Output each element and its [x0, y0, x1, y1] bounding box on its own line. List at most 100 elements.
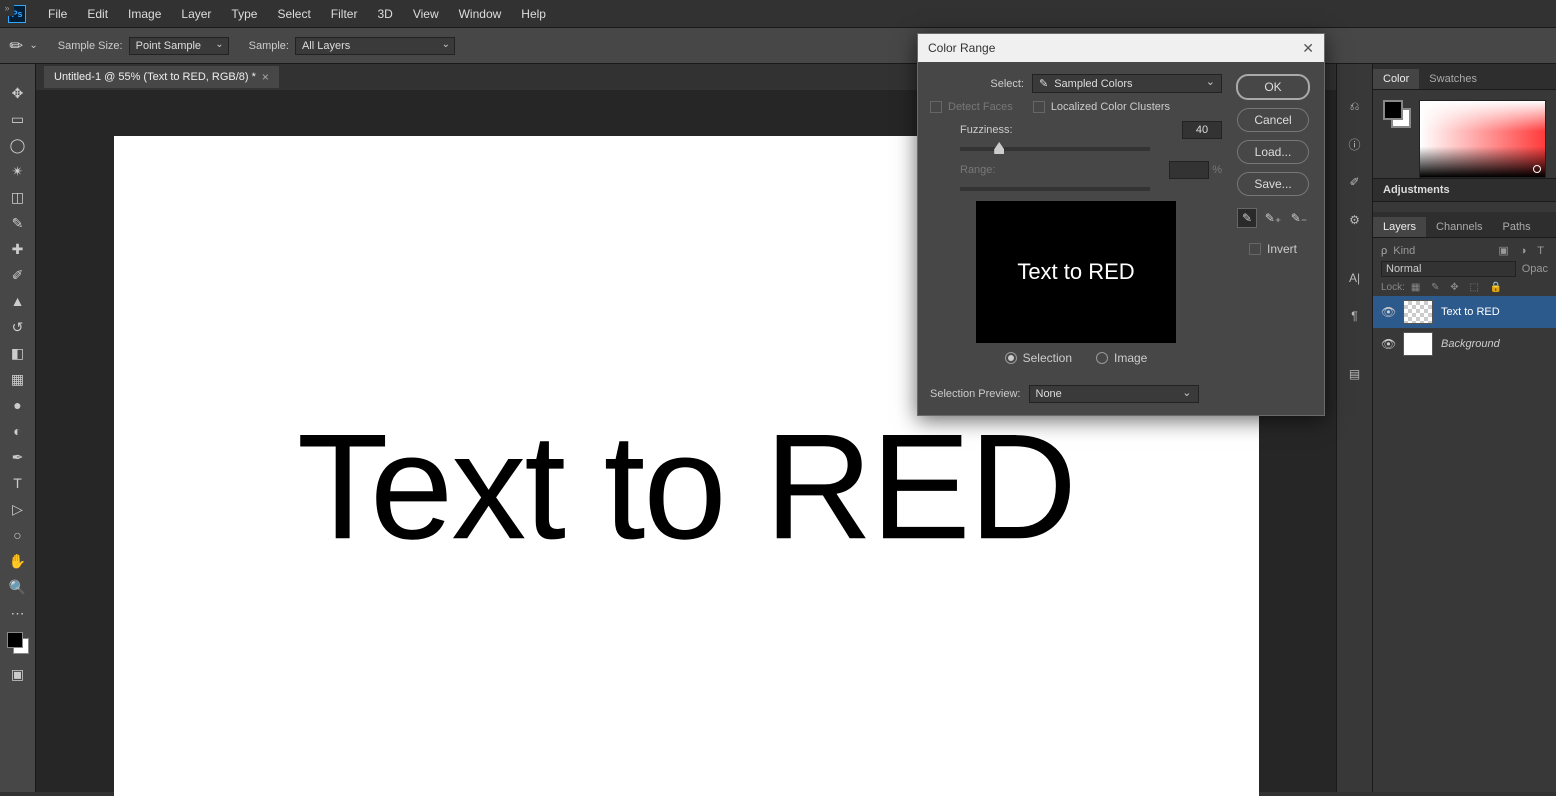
fuzziness-input[interactable]: [1182, 121, 1222, 139]
menu-3d[interactable]: 3D: [367, 7, 402, 21]
menu-window[interactable]: Window: [449, 7, 512, 21]
pen-tool[interactable]: ✒: [5, 445, 31, 469]
radio-selection[interactable]: [1005, 352, 1017, 364]
menu-view[interactable]: View: [403, 7, 449, 21]
character-icon[interactable]: A|: [1342, 266, 1368, 290]
dodge-tool[interactable]: ◐: [5, 419, 31, 443]
load-button[interactable]: Load...: [1237, 140, 1309, 164]
quick-select-tool[interactable]: ✴: [5, 159, 31, 183]
lock-label: Lock:: [1381, 282, 1405, 293]
properties-icon[interactable]: ▤: [1342, 362, 1368, 386]
range-label: Range:: [960, 164, 995, 176]
marquee-tool[interactable]: ▭: [5, 107, 31, 131]
invert-checkbox[interactable]: [1249, 243, 1261, 255]
select-dropdown[interactable]: ✎ Sampled Colors: [1032, 74, 1222, 93]
eyedropper-add-icon[interactable]: ✎₊: [1263, 208, 1283, 228]
tab-swatches[interactable]: Swatches: [1419, 69, 1487, 89]
menu-image[interactable]: Image: [118, 7, 171, 21]
menu-bar: Ps File Edit Image Layer Type Select Fil…: [0, 0, 1556, 28]
dialog-titlebar[interactable]: Color Range ✕: [918, 34, 1324, 62]
eyedropper-sample-icon[interactable]: ✎: [1237, 208, 1257, 228]
document-tab[interactable]: Untitled-1 @ 55% (Text to RED, RGB/8) * …: [44, 66, 279, 88]
color-panel: [1373, 90, 1556, 178]
history-brush-tool[interactable]: ↺: [5, 315, 31, 339]
menu-file[interactable]: File: [38, 7, 77, 21]
settings-icon[interactable]: ⚙: [1342, 208, 1368, 232]
paragraph-icon[interactable]: ¶: [1342, 304, 1368, 328]
stamp-tool[interactable]: ▲: [5, 289, 31, 313]
tab-paths[interactable]: Paths: [1493, 217, 1541, 237]
sample-size-label: Sample Size:: [58, 40, 123, 52]
menu-type[interactable]: Type: [221, 7, 267, 21]
lasso-tool[interactable]: ◯: [5, 133, 31, 157]
blend-mode-select[interactable]: Normal: [1381, 261, 1516, 277]
color-picker-gradient[interactable]: [1419, 100, 1546, 178]
visibility-icon[interactable]: 👁: [1381, 305, 1395, 319]
path-select-tool[interactable]: ▷: [5, 497, 31, 521]
info-icon[interactable]: ⓘ: [1342, 132, 1368, 156]
eyedropper-tool[interactable]: ✎: [5, 211, 31, 235]
filter-icons[interactable]: ▣ ◑ T: [1498, 244, 1548, 257]
tab-layers[interactable]: Layers: [1373, 217, 1426, 237]
eyedropper-subtract-icon[interactable]: ✎₋: [1289, 208, 1309, 228]
dialog-title: Color Range: [928, 41, 995, 55]
localized-checkbox[interactable]: [1033, 101, 1045, 113]
visibility-icon[interactable]: 👁: [1381, 337, 1395, 351]
tool-preset-chevron[interactable]: ⌄: [29, 40, 37, 51]
expand-handle[interactable]: »: [0, 0, 14, 16]
blur-tool[interactable]: ●: [5, 393, 31, 417]
menu-filter[interactable]: Filter: [321, 7, 368, 21]
menu-help[interactable]: Help: [511, 7, 556, 21]
zoom-tool[interactable]: 🔍: [5, 575, 31, 599]
menu-edit[interactable]: Edit: [77, 7, 118, 21]
eraser-tool[interactable]: ◧: [5, 341, 31, 365]
collapsed-panel-strip: ⎌ ⓘ ✐ ⚙ A| ¶ ▤: [1336, 64, 1372, 792]
cancel-button[interactable]: Cancel: [1237, 108, 1309, 132]
lock-icons[interactable]: ▦ ✎ ✥ ⬚ 🔒: [1411, 282, 1506, 293]
gradient-tool[interactable]: ▦: [5, 367, 31, 391]
layer-thumb: [1403, 300, 1433, 324]
localized-label: Localized Color Clusters: [1051, 101, 1170, 113]
layer-name: Text to RED: [1441, 306, 1500, 318]
crop-tool[interactable]: ◫: [5, 185, 31, 209]
fuzziness-slider[interactable]: [960, 147, 1150, 151]
ok-button[interactable]: OK: [1236, 74, 1310, 100]
hand-tool[interactable]: ✋: [5, 549, 31, 573]
type-tool[interactable]: T: [5, 471, 31, 495]
layer-row-background[interactable]: 👁 Background: [1373, 328, 1556, 360]
sample-select[interactable]: All Layers: [295, 37, 455, 55]
fg-bg-color[interactable]: [1383, 100, 1411, 128]
layers-panel: ρ Kind ▣ ◑ T Normal Opac Lock: ▦ ✎ ✥ ⬚ 🔒…: [1373, 238, 1556, 364]
selection-preview-label: Selection Preview:: [930, 388, 1021, 400]
history-icon[interactable]: ⎌: [1342, 94, 1368, 118]
sample-size-select[interactable]: Point Sample: [129, 37, 229, 55]
more-tools[interactable]: ⋯: [5, 601, 31, 625]
select-label: Select:: [990, 78, 1024, 90]
detect-faces-checkbox: [930, 101, 942, 113]
opacity-label: Opac: [1522, 263, 1548, 275]
healing-tool[interactable]: ✚: [5, 237, 31, 261]
selection-preview-select[interactable]: None: [1029, 385, 1199, 403]
save-button[interactable]: Save...: [1237, 172, 1309, 196]
tab-channels[interactable]: Channels: [1426, 217, 1492, 237]
selection-preview: Text to RED: [976, 201, 1176, 343]
canvas-text: Text to RED: [297, 400, 1075, 573]
eyedropper-icon[interactable]: ✎: [5, 34, 29, 58]
tab-color[interactable]: Color: [1373, 69, 1419, 89]
close-icon[interactable]: ✕: [1302, 40, 1314, 57]
shape-tool[interactable]: ○: [5, 523, 31, 547]
document-tab-title: Untitled-1 @ 55% (Text to RED, RGB/8) *: [54, 71, 256, 83]
layer-row-text[interactable]: 👁 Text to RED: [1373, 296, 1556, 328]
close-tab-icon[interactable]: ×: [262, 70, 269, 84]
menu-select[interactable]: Select: [267, 7, 320, 21]
adjustments-panel-title[interactable]: Adjustments: [1373, 178, 1556, 202]
right-panels: Color Swatches Adjustments Layers Channe…: [1372, 64, 1556, 792]
brush-tool[interactable]: ✐: [5, 263, 31, 287]
move-tool[interactable]: ✥: [5, 81, 31, 105]
invert-label: Invert: [1267, 242, 1297, 256]
fg-bg-swatch[interactable]: [7, 632, 29, 654]
radio-image[interactable]: [1096, 352, 1108, 364]
brushes-icon[interactable]: ✐: [1342, 170, 1368, 194]
menu-layer[interactable]: Layer: [171, 7, 221, 21]
quick-mask-tool[interactable]: ▣: [5, 662, 31, 686]
